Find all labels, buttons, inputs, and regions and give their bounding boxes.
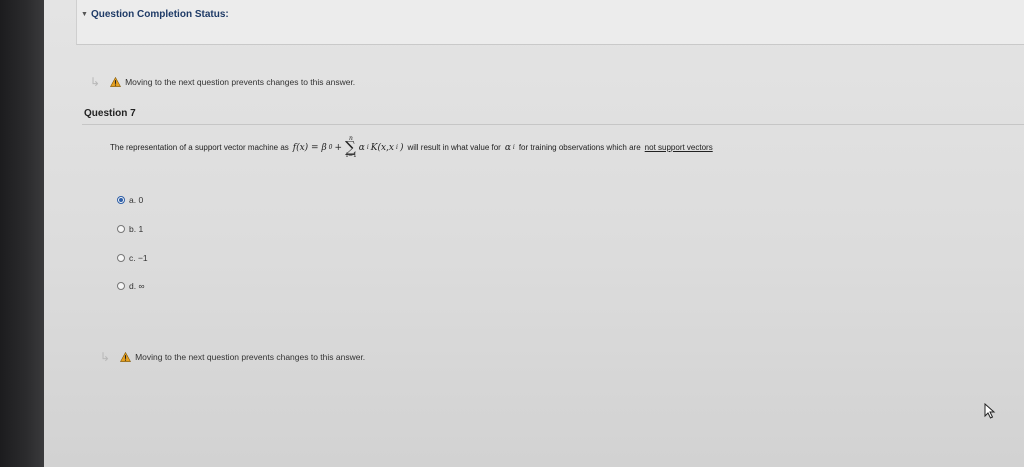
chevron-down-icon: ▼ xyxy=(81,11,88,18)
option-b[interactable]: b. 1 xyxy=(117,224,143,234)
formula-alpha-sub: i xyxy=(366,144,369,151)
alpha-sub: i xyxy=(512,144,515,151)
page-content: ▼ Question Completion Status: ↳ Moving t… xyxy=(44,0,1024,467)
question-text-middle: will result in what value for xyxy=(407,143,501,152)
mouse-pointer-icon xyxy=(984,403,996,419)
question-header: Question 7 xyxy=(82,106,1024,125)
radio-icon[interactable] xyxy=(117,254,125,262)
radio-icon[interactable] xyxy=(117,282,125,290)
warning-message-top: ↳ Moving to the next question prevents c… xyxy=(90,75,355,89)
formula-plus: + xyxy=(334,142,343,153)
status-toggle[interactable]: ▼ Question Completion Status: xyxy=(81,9,229,20)
alpha-glyph: α xyxy=(504,142,511,153)
alpha-symbol: αi xyxy=(505,143,515,153)
warning-message-bottom: ↳ Moving to the next question prevents c… xyxy=(100,350,365,364)
option-label: c. −1 xyxy=(129,253,148,263)
formula-kernel: K(x,x xyxy=(370,142,395,153)
option-label: b. 1 xyxy=(129,224,144,234)
formula-sub: 0 xyxy=(328,144,333,151)
warning-text: Moving to the next question prevents cha… xyxy=(125,77,356,87)
warning-triangle-icon xyxy=(120,352,132,362)
question-text-intro: The representation of a support vector m… xyxy=(110,143,289,152)
svm-formula: f(x) = β0 + n ∑ i=1 αi K(x,x i) xyxy=(292,135,404,159)
radio-selected-icon[interactable] xyxy=(117,196,125,204)
warning-text: Moving to the next question prevents cha… xyxy=(135,352,366,362)
sigma-upper: n xyxy=(349,135,353,142)
option-label: a. 0 xyxy=(129,195,144,205)
indent-arrow-icon: ↳ xyxy=(90,75,101,89)
status-title: Question Completion Status: xyxy=(90,9,229,20)
question-title: Question 7 xyxy=(84,108,136,119)
warning-triangle-icon xyxy=(110,77,122,87)
option-d[interactable]: d. ∞ xyxy=(117,281,145,291)
question-text-for: for training observations which are xyxy=(518,143,641,152)
summation-symbol: n ∑ i=1 xyxy=(344,135,357,159)
formula-close: ) xyxy=(399,142,404,153)
question-status-panel: ▼ Question Completion Status: xyxy=(76,0,1024,45)
formula-alpha: α xyxy=(358,142,365,153)
question-text: The representation of a support vector m… xyxy=(110,135,713,159)
radio-icon[interactable] xyxy=(117,225,125,233)
formula-kernel-sub: i xyxy=(396,144,398,151)
sigma-lower: i=1 xyxy=(346,152,357,159)
question-text-emphasis: not support vectors xyxy=(644,143,713,152)
option-label: d. ∞ xyxy=(129,281,145,291)
monitor-bezel xyxy=(0,0,44,467)
indent-arrow-icon: ↳ xyxy=(100,350,111,364)
option-c[interactable]: c. −1 xyxy=(117,253,148,263)
option-a[interactable]: a. 0 xyxy=(117,195,143,205)
formula-lhs: f(x) = β xyxy=(292,142,327,153)
